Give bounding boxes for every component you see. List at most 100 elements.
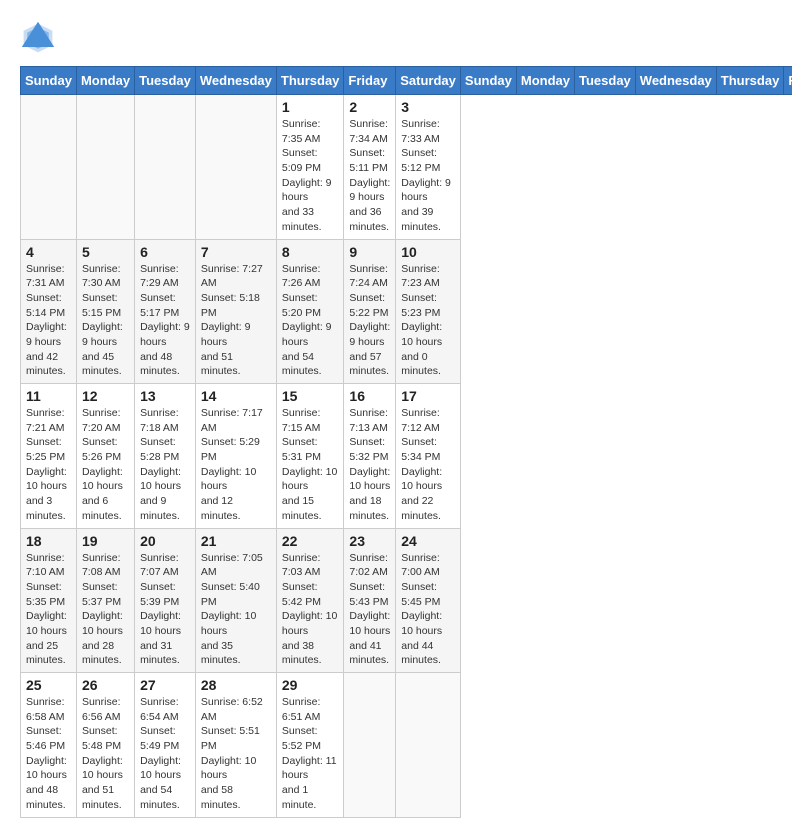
- calendar-day-cell: 26 Sunrise: 6:56 AM Sunset: 5:48 PM Dayli…: [76, 673, 134, 818]
- calendar-table: SundayMondayTuesdayWednesdayThursdayFrid…: [20, 66, 792, 818]
- day-number: 4: [26, 244, 71, 260]
- calendar-day-cell: 12Sunrise: 7:20 AM Sunset: 5:26 PM Dayli…: [76, 384, 134, 529]
- day-number: 19: [82, 533, 129, 549]
- calendar-week-row: 25Sunrise: 6:58 AM Sunset: 5:46 PM Dayli…: [21, 673, 792, 818]
- calendar-day-cell: [396, 673, 461, 818]
- day-of-week-header: Monday: [76, 67, 134, 95]
- calendar-day-cell: 29 Sunrise: 6:51 AM Sunset: 5:52 PM Dayli…: [276, 673, 344, 818]
- calendar-header-row: SundayMondayTuesdayWednesdayThursdayFrid…: [21, 67, 792, 95]
- day-info: Sunrise: 7:23 AM Sunset: 5:23 PM Dayligh…: [401, 262, 455, 380]
- day-info: Sunrise: 7:02 AM Sunset: 5:43 PM Dayligh…: [349, 551, 390, 669]
- day-number: 24: [401, 533, 455, 549]
- day-info: Sunrise: 7:24 AM Sunset: 5:22 PM Dayligh…: [349, 262, 390, 380]
- day-info: Sunrise: 6:52 AM Sunset: 5:51 PM Dayligh…: [201, 695, 271, 813]
- day-number: 2: [349, 99, 390, 115]
- day-info: Sunrise: 7:35 AM Sunset: 5:09 PM Dayligh…: [282, 117, 339, 235]
- calendar-day-cell: 5 Sunrise: 7:30 AM Sunset: 5:15 PM Daylig…: [76, 239, 134, 384]
- day-number: 20: [140, 533, 190, 549]
- day-info: Sunrise: 7:00 AM Sunset: 5:45 PM Dayligh…: [401, 551, 455, 669]
- calendar-day-cell: 15Sunrise: 7:15 AM Sunset: 5:31 PM Dayli…: [276, 384, 344, 529]
- calendar-day-cell: 17 Sunrise: 7:12 AM Sunset: 5:34 PM Dayli…: [396, 384, 461, 529]
- logo-icon: [20, 20, 56, 56]
- calendar-day-cell: 20 Sunrise: 7:07 AM Sunset: 5:39 PM Dayli…: [135, 528, 196, 673]
- day-number: 8: [282, 244, 339, 260]
- calendar-day-cell: 25Sunrise: 6:58 AM Sunset: 5:46 PM Dayli…: [21, 673, 77, 818]
- day-of-week-header: Saturday: [396, 67, 461, 95]
- day-info: Sunrise: 7:10 AM Sunset: 5:35 PM Dayligh…: [26, 551, 71, 669]
- day-info: Sunrise: 7:03 AM Sunset: 5:42 PM Dayligh…: [282, 551, 339, 669]
- day-info: Sunrise: 7:08 AM Sunset: 5:37 PM Dayligh…: [82, 551, 129, 669]
- day-number: 23: [349, 533, 390, 549]
- calendar-day-cell: [21, 95, 77, 240]
- calendar-day-cell: [76, 95, 134, 240]
- day-info: Sunrise: 7:34 AM Sunset: 5:11 PM Dayligh…: [349, 117, 390, 235]
- calendar-day-cell: 6 Sunrise: 7:29 AM Sunset: 5:17 PM Daylig…: [135, 239, 196, 384]
- day-info: Sunrise: 6:54 AM Sunset: 5:49 PM Dayligh…: [140, 695, 190, 813]
- day-info: Sunrise: 7:31 AM Sunset: 5:14 PM Dayligh…: [26, 262, 71, 380]
- day-info: Sunrise: 7:05 AM Sunset: 5:40 PM Dayligh…: [201, 551, 271, 669]
- day-number: 14: [201, 388, 271, 404]
- day-number: 28: [201, 677, 271, 693]
- day-number: 18: [26, 533, 71, 549]
- day-info: Sunrise: 7:30 AM Sunset: 5:15 PM Dayligh…: [82, 262, 129, 380]
- calendar-day-cell: 14Sunrise: 7:17 AM Sunset: 5:29 PM Dayli…: [195, 384, 276, 529]
- calendar-day-cell: 16Sunrise: 7:13 AM Sunset: 5:32 PM Dayli…: [344, 384, 396, 529]
- calendar-day-cell: 3Sunrise: 7:33 AM Sunset: 5:12 PM Daylig…: [396, 95, 461, 240]
- calendar-day-cell: 4 Sunrise: 7:31 AM Sunset: 5:14 PM Daylig…: [21, 239, 77, 384]
- day-info: Sunrise: 7:18 AM Sunset: 5:28 PM Dayligh…: [140, 406, 190, 524]
- calendar-day-cell: 28 Sunrise: 6:52 AM Sunset: 5:51 PM Dayli…: [195, 673, 276, 818]
- day-number: 16: [349, 388, 390, 404]
- day-number: 27: [140, 677, 190, 693]
- day-number: 26: [82, 677, 129, 693]
- day-number: 10: [401, 244, 455, 260]
- calendar-day-cell: 21 Sunrise: 7:05 AM Sunset: 5:40 PM Dayli…: [195, 528, 276, 673]
- day-number: 12: [82, 388, 129, 404]
- calendar-day-cell: 9Sunrise: 7:24 AM Sunset: 5:22 PM Daylig…: [344, 239, 396, 384]
- day-number: 29: [282, 677, 339, 693]
- calendar-day-cell: 2 Sunrise: 7:34 AM Sunset: 5:11 PM Daylig…: [344, 95, 396, 240]
- day-number: 6: [140, 244, 190, 260]
- day-number: 17: [401, 388, 455, 404]
- day-info: Sunrise: 7:21 AM Sunset: 5:25 PM Dayligh…: [26, 406, 71, 524]
- calendar-day-cell: 10 Sunrise: 7:23 AM Sunset: 5:23 PM Dayli…: [396, 239, 461, 384]
- day-info: Sunrise: 7:29 AM Sunset: 5:17 PM Dayligh…: [140, 262, 190, 380]
- day-header-friday: Friday: [784, 67, 792, 95]
- page-header: [20, 20, 772, 56]
- day-header-tuesday: Tuesday: [575, 67, 636, 95]
- calendar-day-cell: 13Sunrise: 7:18 AM Sunset: 5:28 PM Dayli…: [135, 384, 196, 529]
- day-number: 1: [282, 99, 339, 115]
- calendar-day-cell: 11Sunrise: 7:21 AM Sunset: 5:25 PM Dayli…: [21, 384, 77, 529]
- calendar-day-cell: 27 Sunrise: 6:54 AM Sunset: 5:49 PM Dayli…: [135, 673, 196, 818]
- day-info: Sunrise: 6:51 AM Sunset: 5:52 PM Dayligh…: [282, 695, 339, 813]
- day-info: Sunrise: 7:26 AM Sunset: 5:20 PM Dayligh…: [282, 262, 339, 380]
- day-info: Sunrise: 6:56 AM Sunset: 5:48 PM Dayligh…: [82, 695, 129, 813]
- day-header-sunday: Sunday: [460, 67, 516, 95]
- calendar-week-row: 11Sunrise: 7:21 AM Sunset: 5:25 PM Dayli…: [21, 384, 792, 529]
- day-number: 15: [282, 388, 339, 404]
- calendar-day-cell: 8 Sunrise: 7:26 AM Sunset: 5:20 PM Daylig…: [276, 239, 344, 384]
- calendar-day-cell: [135, 95, 196, 240]
- day-of-week-header: Tuesday: [135, 67, 196, 95]
- calendar-day-cell: 7Sunrise: 7:27 AM Sunset: 5:18 PM Daylig…: [195, 239, 276, 384]
- day-number: 21: [201, 533, 271, 549]
- day-number: 22: [282, 533, 339, 549]
- day-number: 3: [401, 99, 455, 115]
- day-of-week-header: Thursday: [276, 67, 344, 95]
- calendar-week-row: 4 Sunrise: 7:31 AM Sunset: 5:14 PM Daylig…: [21, 239, 792, 384]
- calendar-day-cell: 24 Sunrise: 7:00 AM Sunset: 5:45 PM Dayli…: [396, 528, 461, 673]
- logo: [20, 20, 60, 56]
- calendar-day-cell: 18 Sunrise: 7:10 AM Sunset: 5:35 PM Dayli…: [21, 528, 77, 673]
- calendar-day-cell: 22 Sunrise: 7:03 AM Sunset: 5:42 PM Dayli…: [276, 528, 344, 673]
- day-number: 5: [82, 244, 129, 260]
- calendar-day-cell: 23 Sunrise: 7:02 AM Sunset: 5:43 PM Dayli…: [344, 528, 396, 673]
- day-header-monday: Monday: [516, 67, 574, 95]
- day-header-thursday: Thursday: [716, 67, 784, 95]
- calendar-day-cell: 1 Sunrise: 7:35 AM Sunset: 5:09 PM Daylig…: [276, 95, 344, 240]
- day-info: Sunrise: 7:12 AM Sunset: 5:34 PM Dayligh…: [401, 406, 455, 524]
- day-info: Sunrise: 6:58 AM Sunset: 5:46 PM Dayligh…: [26, 695, 71, 813]
- day-info: Sunrise: 7:07 AM Sunset: 5:39 PM Dayligh…: [140, 551, 190, 669]
- day-of-week-header: Friday: [344, 67, 396, 95]
- day-of-week-header: Wednesday: [195, 67, 276, 95]
- day-of-week-header: Sunday: [21, 67, 77, 95]
- day-info: Sunrise: 7:27 AM Sunset: 5:18 PM Dayligh…: [201, 262, 271, 380]
